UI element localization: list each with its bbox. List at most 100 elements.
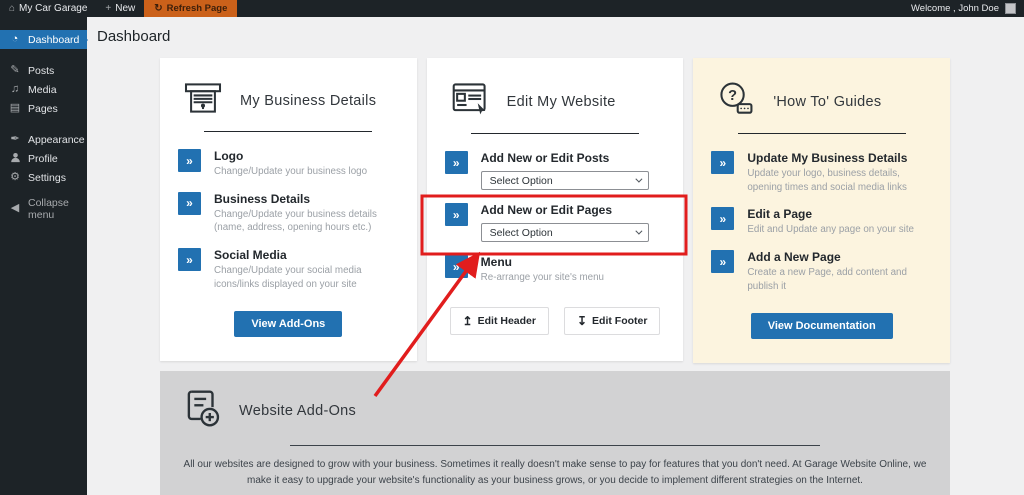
sidebar-item-label: Pages: [28, 103, 58, 115]
divider: [204, 131, 372, 132]
refresh-page-button[interactable]: ↻ Refresh Page: [144, 0, 237, 17]
button-label: Edit Footer: [592, 315, 647, 327]
select-value: Select Option: [490, 227, 553, 239]
site-name-label: My Car Garage: [19, 3, 87, 14]
edit-footer-button[interactable]: ↧ Edit Footer: [564, 307, 660, 335]
add-edit-posts-item: » Add New or Edit Posts Select Option: [445, 151, 666, 190]
main-content: Dashboard My Business Details: [87, 17, 1024, 495]
wordpress-dashboard-screen: ⌂ My Car Garage + New ↻ Refresh Page Wel…: [0, 0, 1024, 495]
card-title: Edit My Website: [507, 94, 616, 110]
item-title[interactable]: Menu: [481, 255, 604, 269]
double-chevron-icon: »: [711, 207, 734, 230]
item-desc: Update your logo, business details, open…: [747, 167, 932, 194]
posts-select[interactable]: Select Option: [481, 171, 649, 190]
card-header: ? 'How To' Guides: [711, 81, 932, 122]
site-name-menu[interactable]: ⌂ My Car Garage: [0, 0, 96, 17]
sidebar-item-posts[interactable]: ✎ Posts: [0, 61, 87, 80]
item-desc: Edit and Update any page on your site: [747, 223, 914, 237]
addons-description: All our websites are designed to grow wi…: [174, 457, 936, 488]
select-value: Select Option: [490, 175, 553, 187]
sidebar-separator: [0, 49, 87, 61]
divider: [471, 133, 639, 134]
double-chevron-icon: »: [711, 250, 734, 273]
item-title[interactable]: Social Media: [214, 248, 399, 262]
sidebar-item-label: Settings: [28, 172, 66, 184]
refresh-icon: ↻: [154, 4, 162, 14]
social-media-item[interactable]: » Social Media Change/Update your social…: [178, 248, 399, 291]
welcome-label: Welcome , John Doe: [911, 3, 999, 14]
edit-a-page-guide[interactable]: » Edit a Page Edit and Update any page o…: [711, 207, 932, 237]
view-addons-button[interactable]: View Add-Ons: [234, 311, 342, 337]
how-to-guides-card: ? 'How To' Guides » Update My Business D…: [693, 58, 950, 363]
collapse-icon: ◀: [9, 203, 21, 214]
sidebar-item-label: Collapse menu: [28, 197, 87, 221]
sidebar-item-collapse-menu[interactable]: ◀ Collapse menu: [0, 199, 87, 218]
avatar: [1005, 3, 1016, 14]
item-desc: Re-arrange your site's menu: [481, 271, 604, 285]
admin-sidebar: ◔ Dashboard ✎ Posts ♫ Media ▤ Pages ✒ Ap…: [0, 17, 87, 495]
business-details-card: My Business Details » Logo Change/Update…: [160, 58, 417, 361]
new-label: New: [115, 3, 135, 14]
sidebar-item-media[interactable]: ♫ Media: [0, 80, 87, 99]
pages-icon: ▤: [9, 103, 21, 114]
card-title: 'How To' Guides: [773, 94, 881, 110]
sidebar-item-label: Profile: [28, 153, 58, 165]
webpage-icon: [449, 81, 491, 122]
posts-icon: ✎: [9, 65, 21, 76]
dashboard-cards-row: My Business Details » Logo Change/Update…: [160, 58, 950, 363]
arrow-up-icon: ↥: [463, 314, 473, 328]
account-menu[interactable]: Welcome , John Doe: [911, 3, 1024, 14]
item-desc: Change/Update your social media icons/li…: [214, 264, 399, 291]
addons-header: Website Add-Ons: [160, 371, 950, 433]
add-edit-pages-item: » Add New or Edit Pages Select Option: [445, 203, 666, 242]
new-menu[interactable]: + New: [96, 0, 144, 17]
media-icon: ♫: [9, 84, 21, 95]
dashboard-icon: ◔: [9, 34, 21, 45]
sidebar-item-dashboard[interactable]: ◔ Dashboard: [0, 30, 87, 49]
menu-item[interactable]: » Menu Re-arrange your site's menu: [445, 255, 666, 285]
pages-select[interactable]: Select Option: [481, 223, 649, 242]
card-title: My Business Details: [240, 93, 376, 109]
double-chevron-icon: »: [178, 248, 201, 271]
view-documentation-button[interactable]: View Documentation: [751, 313, 893, 339]
sidebar-item-profile[interactable]: Profile: [0, 149, 87, 168]
business-details-item[interactable]: » Business Details Change/Update your bu…: [178, 192, 399, 235]
garage-icon: [182, 81, 224, 120]
double-chevron-icon: »: [178, 149, 201, 172]
sidebar-item-appearance[interactable]: ✒ Appearance: [0, 130, 87, 149]
double-chevron-icon: »: [178, 192, 201, 215]
item-title[interactable]: Add a New Page: [747, 250, 932, 264]
card-header: My Business Details: [178, 81, 399, 120]
question-guide-icon: ?: [715, 81, 757, 122]
edit-header-button[interactable]: ↥ Edit Header: [450, 307, 549, 335]
double-chevron-icon: »: [445, 151, 468, 174]
update-business-details-guide[interactable]: » Update My Business Details Update your…: [711, 151, 932, 194]
item-desc: Change/Update your business details (nam…: [214, 208, 399, 235]
sidebar-separator: [0, 118, 87, 130]
plus-icon: +: [105, 4, 111, 14]
sidebar-item-settings[interactable]: ⚙ Settings: [0, 168, 87, 187]
double-chevron-icon: »: [445, 255, 468, 278]
item-title[interactable]: Update My Business Details: [747, 151, 932, 165]
chevron-down-icon: [635, 176, 642, 183]
double-chevron-icon: »: [445, 203, 468, 226]
item-title[interactable]: Business Details: [214, 192, 399, 206]
item-title[interactable]: Edit a Page: [747, 207, 914, 221]
add-new-page-guide[interactable]: » Add a New Page Create a new Page, add …: [711, 250, 932, 293]
sidebar-item-pages[interactable]: ▤ Pages: [0, 99, 87, 118]
svg-text:?: ?: [728, 88, 737, 104]
item-desc: Change/Update your business logo: [214, 165, 367, 179]
divider: [738, 133, 906, 134]
divider: [290, 445, 820, 446]
card-header: Edit My Website: [445, 81, 666, 122]
refresh-label: Refresh Page: [167, 3, 228, 14]
item-title[interactable]: Add New or Edit Posts: [481, 151, 649, 165]
item-title[interactable]: Logo: [214, 149, 367, 163]
addons-title: Website Add-Ons: [239, 403, 356, 419]
sidebar-item-label: Dashboard: [28, 34, 79, 46]
item-desc: Create a new Page, add content and publi…: [747, 266, 932, 293]
double-chevron-icon: »: [711, 151, 734, 174]
item-title[interactable]: Add New or Edit Pages: [481, 203, 649, 217]
logo-item[interactable]: » Logo Change/Update your business logo: [178, 149, 399, 179]
sidebar-item-label: Posts: [28, 65, 54, 77]
